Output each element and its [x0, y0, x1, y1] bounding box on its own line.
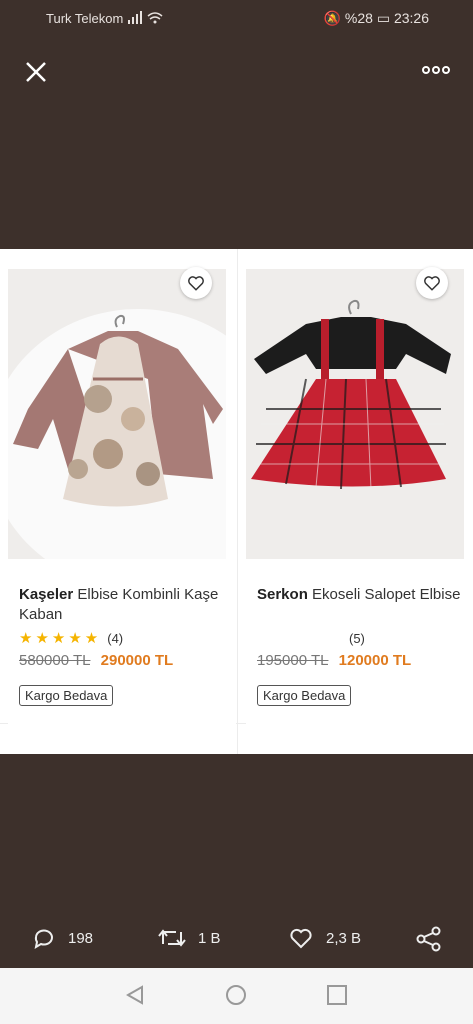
close-button[interactable]: [20, 56, 52, 88]
clock: 23:26: [393, 10, 429, 26]
more-options-button[interactable]: [421, 60, 451, 80]
comment-icon: [34, 929, 53, 950]
tweet-actions: 198 1 B 2,3 B: [0, 910, 473, 966]
rating: ★★★★★ (4): [19, 629, 123, 647]
heart-icon: [424, 276, 440, 291]
battery-percent: %28: [344, 10, 373, 26]
recents-icon: [327, 985, 347, 1005]
back-icon: [125, 985, 143, 1005]
reply-button[interactable]: 198: [32, 926, 93, 950]
carrier-label: Turk Telekom: [46, 11, 124, 26]
product-title[interactable]: Kaşeler Elbise Kombinli Kaşe Kaban: [19, 585, 224, 625]
brand-name: Serkon: [257, 586, 308, 603]
new-price: 120000 TL: [338, 652, 412, 669]
free-shipping-badge: Kargo Bedava: [19, 685, 114, 706]
heart-icon: [290, 928, 312, 949]
more-icon: [422, 66, 450, 74]
share-button[interactable]: [416, 926, 442, 952]
favorite-button[interactable]: [416, 267, 448, 299]
new-price: 290000 TL: [100, 652, 174, 669]
old-price: 195000 TL: [257, 652, 329, 669]
home-button[interactable]: [225, 984, 247, 1011]
status-bar: Turk Telekom 🔕 %28 ▭ 23:26: [0, 0, 473, 36]
battery-icon: ▭: [376, 10, 391, 26]
heart-icon: [188, 276, 204, 291]
product-title[interactable]: Serkon Ekoseli Salopet Elbise: [257, 585, 462, 605]
system-nav-bar: [0, 968, 473, 1024]
rating-stars: ★★★★★: [19, 630, 102, 647]
product-card[interactable]: Serkon Ekoseli Salopet Elbise (5) 195000…: [246, 249, 473, 754]
back-button[interactable]: [124, 984, 146, 1011]
rating-count: (4): [107, 630, 124, 646]
product-card[interactable]: Kaşeler Elbise Kombinli Kaşe Kaban ★★★★★…: [8, 249, 236, 754]
like-count: 2,3 B: [326, 929, 362, 947]
product-name: Ekoseli Salopet Elbise: [312, 586, 461, 603]
home-icon: [226, 985, 246, 1005]
share-icon: [416, 926, 441, 952]
rating-count: (5): [349, 630, 365, 646]
viewer-topbar: [0, 36, 473, 106]
brand-name: Kaşeler: [19, 586, 74, 603]
mute-icon: 🔕: [323, 10, 342, 26]
status-right: 🔕 %28 ▭ 23:26: [324, 10, 429, 27]
product-screenshot[interactable]: Kaşeler Elbise Kombinli Kaşe Kaban ★★★★★…: [0, 249, 473, 754]
old-price: 580000 TL: [19, 652, 91, 669]
price-row: 195000 TL 120000 TL: [257, 652, 411, 669]
recents-button[interactable]: [326, 984, 348, 1011]
retweet-count: 1 B: [198, 929, 221, 947]
retweet-button[interactable]: 1 B: [158, 926, 221, 950]
product-image[interactable]: [246, 269, 464, 559]
free-shipping-badge: Kargo Bedava: [257, 685, 352, 706]
price-row: 580000 TL 290000 TL: [19, 652, 173, 669]
rating: (5): [349, 629, 365, 647]
retweet-icon: [158, 929, 186, 947]
favorite-button[interactable]: [180, 267, 212, 299]
product-image[interactable]: [8, 269, 226, 559]
close-icon: [26, 62, 46, 82]
like-button[interactable]: 2,3 B: [288, 926, 361, 950]
column-divider: [237, 249, 238, 754]
signal-icon: [128, 11, 164, 28]
reply-count: 198: [68, 929, 94, 947]
